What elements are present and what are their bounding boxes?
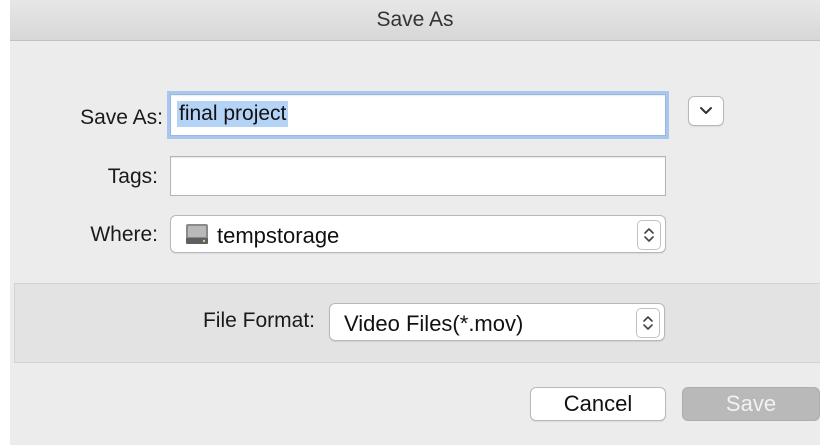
where-location-popup[interactable]: tempstorage bbox=[170, 215, 666, 253]
tags-label: Tags: bbox=[107, 165, 158, 188]
tags-input[interactable] bbox=[170, 156, 666, 196]
chevron-down-icon bbox=[700, 107, 712, 114]
up-down-arrows-icon bbox=[644, 228, 654, 242]
file-format-stepper bbox=[636, 308, 660, 338]
up-down-arrows-icon bbox=[643, 316, 653, 330]
hard-drive-icon bbox=[186, 224, 208, 244]
filename-selected-text: final project bbox=[177, 101, 289, 127]
file-format-panel: File Format: Video Files(*.mov) bbox=[14, 283, 820, 363]
file-format-label: File Format: bbox=[202, 309, 315, 332]
cancel-button[interactable]: Cancel bbox=[530, 387, 666, 421]
where-location-value: tempstorage bbox=[217, 223, 340, 248]
title-bar[interactable]: Save As bbox=[10, 0, 820, 41]
file-format-popup[interactable]: Video Files(*.mov) bbox=[329, 303, 665, 341]
expand-dialog-button[interactable] bbox=[688, 96, 724, 126]
dialog-title: Save As bbox=[376, 8, 454, 31]
where-stepper bbox=[637, 220, 661, 250]
save-as-label: Save As: bbox=[80, 106, 163, 129]
save-as-dialog: Save As Save As: final project Tags: Whe… bbox=[10, 0, 820, 445]
save-button[interactable]: Save bbox=[682, 387, 820, 421]
file-format-value: Video Files(*.mov) bbox=[344, 311, 524, 336]
save-as-filename-input[interactable]: final project bbox=[170, 94, 666, 136]
where-label: Where: bbox=[90, 223, 158, 246]
